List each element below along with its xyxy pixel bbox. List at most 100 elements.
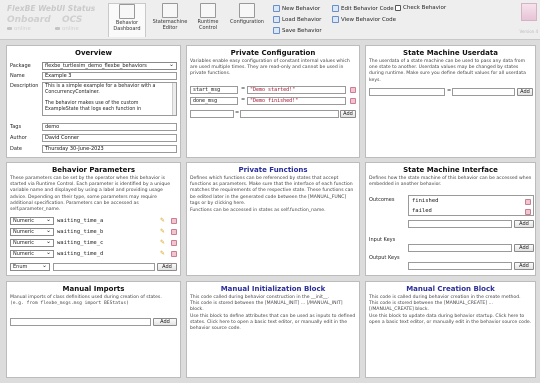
pencil-icon[interactable]: ✎ (160, 240, 166, 246)
tab-configuration[interactable]: Configuration (227, 3, 267, 37)
add-userdata-button[interactable]: Add (517, 88, 533, 96)
overview-title: Overview (75, 49, 112, 57)
behavior-parameters-title: Behavior Parameters (51, 166, 136, 174)
trash-icon[interactable] (350, 87, 356, 93)
equals-sign: = (235, 110, 240, 116)
private-functions-panel[interactable]: Private Functions Defines which function… (186, 162, 360, 276)
view-code-icon (332, 16, 339, 23)
param-type-select[interactable]: Numeric (10, 238, 54, 247)
tab-behavior-dashboard[interactable]: Behavior Dashboard (108, 3, 146, 37)
config-key-input[interactable]: start_msg (190, 86, 238, 94)
manual-imports-example: (e.g. from flexbe_msgs.msg import BEStat… (10, 301, 129, 307)
behavior-parameters-panel: Behavior Parameters These parameters can… (6, 162, 181, 276)
pencil-icon[interactable]: ✎ (160, 229, 166, 235)
equals-sign: = (241, 97, 246, 103)
manual-imports-panel: Manual Imports Manual imports of class d… (6, 281, 181, 378)
add-import-button[interactable]: Add (153, 318, 177, 326)
config-value-input[interactable]: "Demo finished!" (247, 97, 346, 105)
add-input-key-button[interactable]: Add (514, 244, 534, 252)
configuration-icon (239, 3, 255, 18)
date-input[interactable]: Thursday 30-June-2023 (42, 145, 177, 153)
new-input-key-input[interactable] (408, 244, 512, 252)
param-type-value: Numeric (13, 251, 35, 257)
manual-create-desc-3: Use this block to update data during beh… (369, 313, 532, 325)
pencil-icon[interactable]: ✎ (160, 251, 166, 257)
version-label: Version 4 (519, 29, 538, 34)
action-label: New Behavior (282, 5, 321, 12)
manual-import-input[interactable] (10, 318, 151, 326)
config-key-input[interactable]: done_msg (190, 97, 238, 105)
tab-runtime-control[interactable]: Runtime Control (192, 3, 224, 37)
trash-icon[interactable] (525, 209, 531, 215)
onboard-status: Onboard online (7, 15, 51, 32)
description-scrollbar[interactable] (172, 83, 176, 115)
trash-icon[interactable] (171, 218, 177, 224)
param-type-select[interactable]: Numeric (10, 227, 54, 236)
manual-create-panel[interactable]: Manual Creation Block This code is calle… (365, 281, 536, 378)
edit-code-button[interactable]: Edit Behavior Code (332, 5, 394, 12)
check-behavior-button[interactable]: Check Behavior (395, 5, 446, 11)
action-label: Save Behavior (282, 27, 322, 34)
new-param-name-input[interactable] (53, 263, 155, 271)
runtime-icon (200, 3, 216, 18)
action-label: Load Behavior (282, 16, 322, 23)
tab-statemachine-editor[interactable]: Statemachine Editor (150, 3, 190, 37)
view-code-button[interactable]: View Behavior Code (332, 16, 396, 23)
param-type-value: Numeric (13, 229, 35, 235)
trash-icon[interactable] (350, 98, 356, 104)
userdata-value-input[interactable] (452, 88, 515, 96)
new-output-key-input[interactable] (408, 262, 512, 270)
tab-label: Control (198, 24, 218, 31)
manual-init-title: Manual Initialization Block (220, 285, 326, 293)
param-type-select[interactable]: Numeric (10, 249, 54, 258)
description-textarea[interactable]: This is a simple example for a behavior … (42, 82, 177, 116)
tab-label: Dashboard (113, 25, 141, 32)
userdata-description: The userdata of a state machine can be u… (369, 59, 526, 83)
add-param-button[interactable]: Add (157, 263, 177, 271)
author-input[interactable]: David Conner (42, 134, 177, 142)
param-name: waiting_time_a (57, 218, 104, 224)
output-keys-label: Output Keys (369, 255, 400, 261)
behavior-parameters-description: These parameters can be set by the opera… (10, 176, 171, 213)
param-name: waiting_time_b (57, 229, 104, 235)
trash-icon[interactable] (525, 199, 531, 205)
new-outcome-input[interactable] (408, 220, 512, 228)
add-config-button[interactable]: Add (340, 110, 356, 118)
new-file-icon (273, 5, 280, 12)
add-outcome-button[interactable]: Add (514, 220, 534, 228)
new-behavior-button[interactable]: New Behavior (273, 5, 320, 12)
new-config-value-input[interactable] (240, 110, 339, 118)
new-config-key-input[interactable] (190, 110, 234, 118)
connection-icon (7, 27, 12, 30)
load-behavior-button[interactable]: Load Behavior (273, 16, 321, 23)
trash-icon[interactable] (171, 240, 177, 246)
editor-icon (162, 3, 178, 18)
trash-icon[interactable] (171, 251, 177, 257)
outcomes-label: Outcomes (369, 197, 395, 203)
param-type-select[interactable]: Numeric (10, 216, 54, 225)
tags-input[interactable]: demo (42, 123, 177, 131)
date-label: Date (10, 146, 22, 152)
dashboard-icon (119, 4, 135, 19)
save-behavior-button[interactable]: Save Behavior (273, 27, 322, 34)
trash-icon[interactable] (171, 229, 177, 235)
manual-init-desc-3: Use this block to define attributes that… (190, 313, 356, 332)
pencil-icon[interactable]: ✎ (160, 218, 166, 224)
author-label: Author (10, 135, 27, 141)
ocs-label: OCS (62, 15, 83, 25)
param-name: waiting_time_d (57, 251, 104, 257)
equals-sign: = (447, 88, 452, 94)
manual-init-panel[interactable]: Manual Initialization Block This code ca… (186, 281, 360, 378)
description-text: ExampleState that logs each function in (45, 107, 142, 112)
action-label: Check Behavior (403, 5, 447, 11)
new-param-type-select[interactable]: Enum (10, 262, 50, 271)
name-input[interactable]: Example 3 (42, 72, 177, 80)
add-output-key-button[interactable]: Add (514, 262, 534, 270)
userdata-key-input[interactable] (369, 88, 445, 96)
state-machine-interface-panel: State Machine Interface Defines how the … (365, 162, 536, 276)
top-bar: FlexBE WebUI Status Onboard online OCS o… (0, 0, 540, 40)
package-select[interactable]: flexbe_turtlesim_demo_flexbe_behaviors (42, 61, 177, 70)
action-label: Edit Behavior Code (341, 5, 394, 12)
config-value-input[interactable]: "Demo started!" (247, 86, 346, 94)
userdata-title: State Machine Userdata (403, 49, 498, 57)
